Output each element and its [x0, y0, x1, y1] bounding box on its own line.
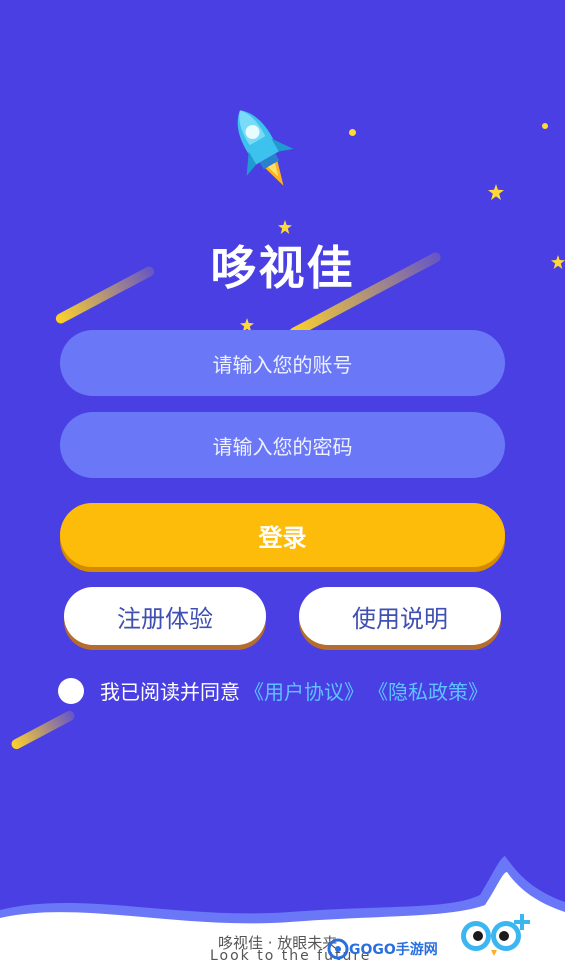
agreement-prefix: 我已阅读并同意	[100, 680, 240, 704]
account-input[interactable]: 请输入您的账号	[60, 330, 505, 396]
star-dot	[542, 123, 548, 129]
register-button[interactable]: 注册体验	[64, 587, 266, 645]
star-dot	[349, 129, 356, 136]
agreement-row: 我已阅读并同意 《用户协议》 《隐私政策》	[58, 676, 488, 705]
privacy-policy-link[interactable]: 《隐私政策》	[368, 676, 488, 705]
star-icon	[488, 184, 504, 200]
watermark-icon	[327, 938, 349, 960]
watermark-text: GOGO手游网	[349, 942, 438, 958]
app-logo-icon	[461, 914, 530, 956]
app-title: 哆视佳	[210, 241, 355, 295]
rocket-icon	[237, 110, 294, 186]
watermark: GOGO手游网	[327, 938, 438, 960]
meteor-icon	[9, 709, 77, 751]
user-agreement-link[interactable]: 《用户协议》	[244, 676, 364, 705]
password-input[interactable]: 请输入您的密码	[60, 412, 505, 478]
radio-icon[interactable]	[58, 677, 84, 704]
login-button[interactable]: 登录	[60, 503, 505, 567]
instructions-button[interactable]: 使用说明	[299, 587, 501, 645]
